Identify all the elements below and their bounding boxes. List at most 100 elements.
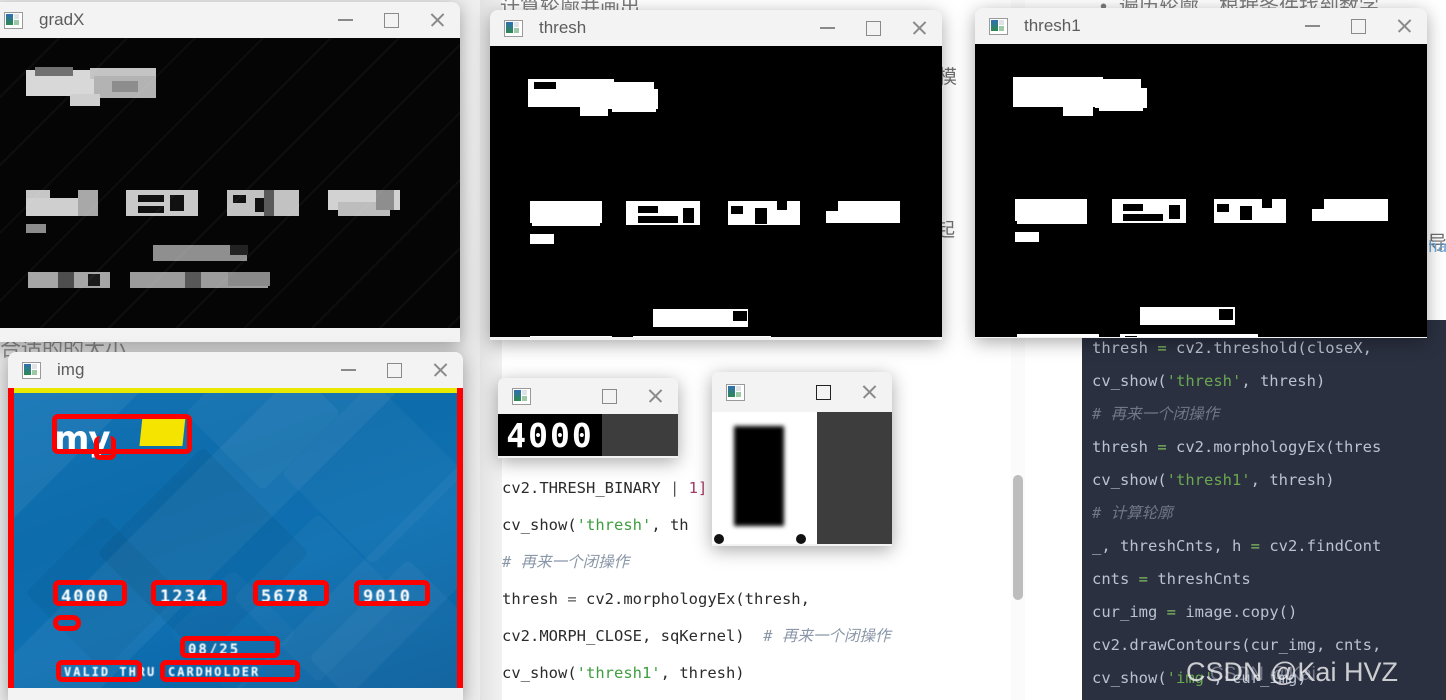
close-button[interactable] [1381, 8, 1427, 44]
code-token: cv2.drawContours(cur_img, cnts, [1092, 636, 1382, 654]
minimize-icon [1304, 25, 1320, 27]
code-token: cv2.findCont [1269, 537, 1382, 555]
digit-crop-corner-right [796, 534, 806, 544]
window-thresh1-controls [1289, 8, 1427, 44]
code-token: # 再来一个闭操作 [502, 553, 630, 571]
maximize-button[interactable] [800, 374, 846, 410]
dark-code-block: thresh = cv2.threshold(closeX, cv_show('t… [1092, 332, 1446, 695]
code-token: threshCnts [1157, 570, 1251, 588]
window-thresh1[interactable]: thresh1 [975, 8, 1427, 338]
code-token: 'img' [1166, 669, 1214, 687]
close-icon [429, 12, 445, 28]
card-top-strip [8, 388, 463, 393]
close-button[interactable] [417, 352, 463, 388]
card-left-contour [8, 388, 14, 688]
close-button[interactable] [896, 10, 942, 46]
app-icon [22, 361, 41, 379]
close-icon [861, 384, 877, 400]
window-thresh1-title: thresh1 [1024, 16, 1081, 35]
watermark-ghost: CSDN @Kai [1210, 664, 1316, 685]
code-line: cnts = threshCnts [1092, 563, 1446, 596]
window-img-titlebar[interactable]: img [8, 352, 463, 388]
code-line: # 计算轮廓 [502, 692, 1002, 700]
window-gradx-title: gradX [39, 10, 85, 29]
code-token: cv_show( [1092, 669, 1167, 687]
code-token: cur_img [1092, 603, 1167, 621]
code-token: cv2.morphologyEx(thres [1176, 438, 1382, 456]
contour-holder [160, 660, 300, 682]
code-token: cv2.morphologyEx(thresh, [586, 590, 810, 608]
window-thresh[interactable]: thresh [490, 10, 942, 340]
maximize-icon [815, 384, 831, 400]
minimize-button[interactable] [325, 352, 371, 388]
maximize-button[interactable] [368, 2, 414, 38]
thresh1-binary-image [975, 44, 1427, 337]
digit-crop-corner-left [714, 534, 724, 544]
window-digit-group-titlebar[interactable] [498, 378, 678, 414]
window-gradx-titlebar[interactable]: gradX [0, 2, 460, 38]
contour-number-4 [354, 580, 430, 606]
code-token: , thresh) [660, 664, 745, 682]
maximize-button[interactable] [586, 378, 632, 414]
code-line: # 计算轮廓 [1092, 497, 1446, 530]
code-token: , thresh) [1241, 372, 1326, 390]
code-token: thresh [1092, 438, 1158, 456]
window-thresh-titlebar[interactable]: thresh [490, 10, 942, 46]
code-token: cnts [1092, 570, 1139, 588]
maximize-button[interactable] [1335, 8, 1381, 44]
code-token: = [1250, 537, 1270, 555]
contour-brand-tail [94, 436, 116, 460]
code-token: , th [651, 516, 689, 534]
code-token: image.copy() [1185, 603, 1298, 621]
code-line: thresh = cv2.morphologyEx(thres [1092, 431, 1446, 464]
window-img[interactable]: img my 4000 1234 5678 9010 08/25 VALID T… [8, 352, 463, 700]
minimize-button[interactable] [1289, 8, 1335, 44]
code-token: cv_show( [502, 516, 577, 534]
code-line: cv_show('thresh1', thresh) [502, 655, 1002, 692]
close-button[interactable] [632, 378, 678, 414]
close-icon [432, 362, 448, 378]
close-button[interactable] [846, 374, 892, 410]
code-token: # 再来一个闭操作 [763, 627, 891, 645]
close-button[interactable] [414, 2, 460, 38]
window-thresh-title: thresh [539, 18, 587, 37]
minimize-icon [337, 19, 353, 21]
code-token: cv2.threshold(closeX, [1176, 339, 1372, 357]
code-token: _, threshCnts, h [1092, 537, 1251, 555]
digit-group-value: 4000 [498, 414, 602, 456]
digit-crop-glyph [734, 426, 784, 526]
contour-valid [56, 660, 142, 682]
window-digit-crop-titlebar[interactable] [712, 372, 892, 412]
code-token: cv_show( [1092, 471, 1167, 489]
maximize-button[interactable] [850, 10, 896, 46]
code-token: cv_show( [502, 664, 577, 682]
maximize-icon [386, 362, 402, 378]
window-digit-crop[interactable] [712, 372, 892, 546]
minimize-button[interactable] [322, 2, 368, 38]
window-gradx[interactable]: gradX [0, 2, 460, 342]
app-icon [726, 383, 745, 401]
code-token: = [567, 590, 586, 608]
contour-expiry [180, 636, 280, 658]
window-digit-group[interactable]: 4000 [498, 378, 678, 458]
code-line: thresh = cv2.morphologyEx(thresh, [502, 581, 1002, 618]
code-token: = [1157, 438, 1176, 456]
code-line: cv2.MORPH_CLOSE, sqKernel) # 再来一个闭操作 [502, 618, 1002, 655]
code-token: # 再来一个闭操作 [1092, 405, 1220, 423]
window-thresh1-canvas [975, 44, 1427, 337]
minimize-button[interactable] [804, 10, 850, 46]
code-token: = [1138, 570, 1158, 588]
window-thresh1-titlebar[interactable]: thresh1 [975, 8, 1427, 44]
code-line: cv_show('thresh', thresh) [1092, 365, 1446, 398]
card-right-contour [457, 388, 463, 688]
app-icon [504, 19, 523, 37]
credit-card-image: my 4000 1234 5678 9010 08/25 VALID THRU [8, 388, 463, 688]
code-token: 'thresh' [576, 516, 652, 534]
code-line: cv_show('thresh1', thresh) [1092, 464, 1446, 497]
gradx-image [0, 38, 460, 328]
app-icon [4, 11, 23, 29]
close-icon [911, 20, 927, 36]
editor-scrollbar-thumb[interactable] [1013, 475, 1023, 600]
contour-brand [52, 414, 192, 454]
maximize-button[interactable] [371, 352, 417, 388]
